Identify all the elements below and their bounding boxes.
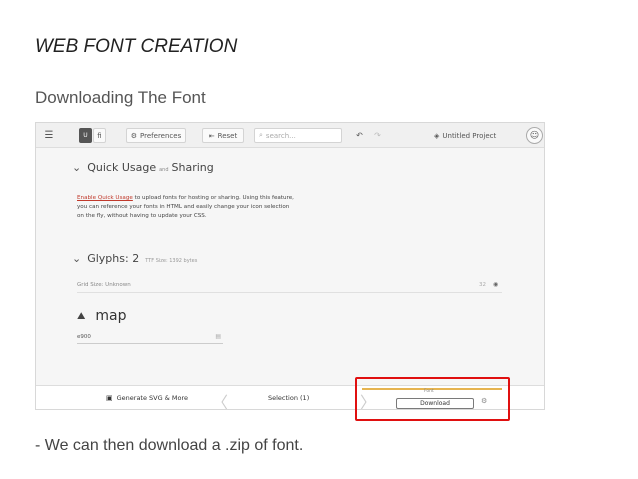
app-screenshot: ☰ U fi ⚙ Preferences ⇤ Reset ⌕ search...…	[35, 122, 545, 410]
copy-icon[interactable]: ▤	[215, 333, 221, 340]
slide-footer: - We can then download a .zip of font.	[35, 437, 304, 454]
map-icon: ⛰	[77, 310, 86, 322]
generate-svg-button[interactable]: ▣ Generate SVG & More	[106, 394, 188, 402]
chevron-left-icon[interactable]: 〈	[212, 389, 228, 409]
image-icon: ▣	[106, 394, 113, 402]
download-highlight-box	[355, 377, 510, 421]
quick-usage-sharing: Sharing	[171, 161, 214, 174]
ttf-size: TTF Size: 1392 bytes	[145, 258, 198, 264]
menu-icon[interactable]: ☰	[41, 128, 57, 143]
glyph-code-field[interactable]: e900 ▤	[77, 331, 223, 344]
toolbar: ☰ U fi ⚙ Preferences ⇤ Reset ⌕ search...…	[36, 123, 544, 148]
redo-icon[interactable]: ↷	[370, 128, 385, 143]
slide-title: WEB FONT CREATION	[35, 36, 238, 57]
preferences-button[interactable]: ⚙ Preferences	[126, 128, 186, 143]
unicode-button[interactable]: U	[79, 128, 92, 143]
smiley-icon[interactable]: ☺	[526, 127, 543, 144]
enable-quick-usage-link[interactable]: Enable Quick Usage	[77, 195, 133, 201]
search-placeholder: search...	[265, 131, 296, 140]
project-label: Untitled Project	[442, 131, 497, 140]
chevron-down-icon: ⌄	[72, 252, 82, 265]
reset-icon: ⇤	[208, 131, 215, 140]
selection-tab[interactable]: Selection (1)	[268, 394, 309, 402]
glyph-item[interactable]: ⛰ map	[77, 308, 127, 324]
quick-usage-header[interactable]: ⌄ Quick Usage and Sharing	[72, 161, 214, 174]
description-line2: you can reference your fonts in HTML and…	[77, 203, 290, 210]
grid-size-row: Grid Size: Unknown 32 ◉	[77, 279, 502, 293]
quick-usage-description: Enable Quick Usage to upload fonts for h…	[77, 194, 367, 220]
description-line3: on the fly, without having to update you…	[77, 212, 207, 219]
search-input[interactable]: ⌕ search...	[254, 128, 342, 143]
description-line1: to upload fonts for hosting or sharing. …	[132, 195, 294, 201]
quick-usage-and: and	[159, 167, 169, 173]
reset-label: Reset	[217, 131, 238, 140]
layers-icon: ◈	[434, 131, 440, 140]
glyphs-header[interactable]: ⌄ Glyphs: 2 TTF Size: 1392 bytes	[72, 252, 197, 265]
chevron-down-icon: ⌄	[72, 161, 82, 174]
reset-button[interactable]: ⇤ Reset	[202, 128, 244, 143]
project-button[interactable]: ◈ Untitled Project	[434, 128, 504, 143]
glyphs-title: Glyphs: 2	[87, 252, 140, 265]
grid-size-label: Grid Size: Unknown	[77, 282, 131, 288]
glyph-code: e900	[77, 334, 91, 340]
grid-size-value[interactable]: 32	[479, 282, 486, 288]
ligature-button[interactable]: fi	[93, 128, 106, 143]
quick-usage-title: Quick Usage	[87, 161, 157, 174]
eye-icon[interactable]: ◉	[493, 281, 498, 288]
glyph-name: map	[95, 308, 127, 324]
search-icon: ⌕	[259, 131, 263, 139]
generate-svg-label: Generate SVG & More	[116, 394, 188, 402]
undo-icon[interactable]: ↶	[352, 128, 367, 143]
slide-subtitle: Downloading The Font	[35, 88, 206, 107]
gear-icon: ⚙	[130, 131, 138, 140]
preferences-label: Preferences	[140, 131, 182, 140]
